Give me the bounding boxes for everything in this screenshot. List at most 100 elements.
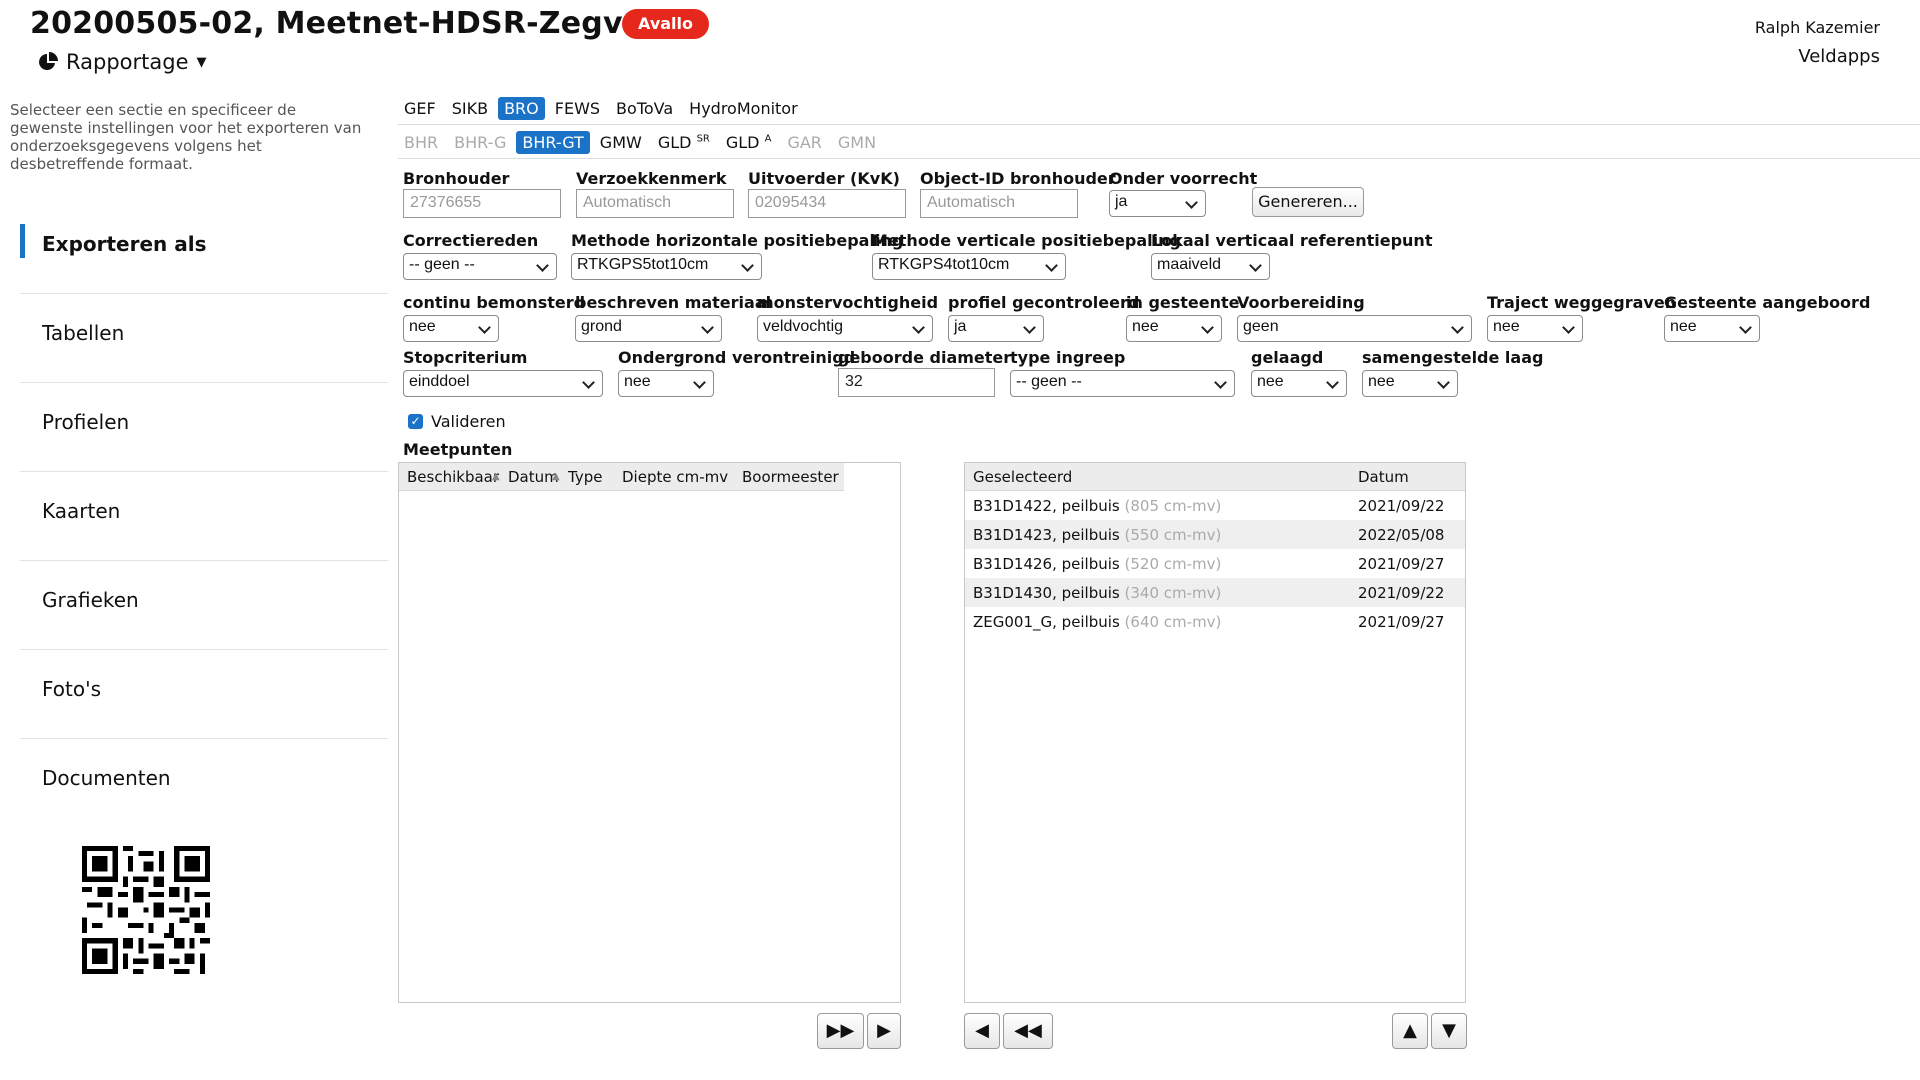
tab-sup: SR — [696, 133, 710, 145]
ingreep-select[interactable]: -- geen -- — [1010, 370, 1235, 397]
sidebar-item-label: Grafieken — [42, 588, 139, 612]
generate-button[interactable]: Genereren... — [1252, 187, 1364, 217]
tab-gld-sr[interactable]: GLD SR — [652, 131, 716, 154]
sidebar-item-documenten[interactable]: Documenten — [20, 740, 388, 828]
move-down-button[interactable]: ▼ — [1431, 1013, 1467, 1049]
point-depth: (520 cm-mv) — [1124, 554, 1222, 573]
add-button[interactable]: ▶ — [867, 1013, 901, 1049]
rapportage-label: Rapportage — [66, 50, 189, 74]
tab-bhr-gt[interactable]: BHR-GT — [516, 130, 590, 154]
horizontaal-select[interactable]: RTKGPS5tot10cm — [571, 253, 762, 280]
verzoekkenmerk-input[interactable]: Automatisch — [576, 189, 734, 218]
col-datum[interactable]: Datum — [1350, 468, 1409, 486]
objectid-input[interactable]: Automatisch — [920, 189, 1078, 218]
table-row[interactable]: ZEG001_G, peilbuis (640 cm-mv) 2021/09/2… — [965, 607, 1465, 636]
traject-select[interactable]: nee — [1487, 315, 1583, 342]
tab-hydromonitor[interactable]: HydroMonitor — [683, 97, 804, 120]
sidebar-item-grafieken[interactable]: Grafieken — [20, 562, 388, 650]
col-type[interactable]: Type — [560, 468, 614, 486]
gelaagd-select[interactable]: nee — [1251, 370, 1347, 397]
verontreinigd-select[interactable]: nee — [618, 370, 714, 397]
move-up-button[interactable]: ▲ — [1392, 1013, 1428, 1049]
bronhouder-label: Bronhouder — [403, 169, 510, 188]
tab-bro[interactable]: BRO — [498, 96, 545, 120]
sort-icon[interactable]: ▲ — [492, 471, 500, 482]
add-all-button[interactable]: ▶▶ — [817, 1013, 864, 1049]
vochtigheid-select[interactable]: veldvochtig — [757, 315, 933, 342]
status-badge: Avallo — [622, 9, 709, 39]
tab-gmw[interactable]: GMW — [594, 131, 648, 154]
tab-gld-a[interactable]: GLD A — [720, 131, 778, 154]
tab-bhr: BHR — [404, 132, 439, 152]
col-geselecteerd[interactable]: Geselecteerd — [965, 468, 1350, 486]
point-name: ZEG001_G, peilbuis — [973, 612, 1120, 631]
samengesteld-select[interactable]: nee — [1362, 370, 1458, 397]
horizontaal-label: Methode horizontale positiebepaling — [571, 231, 904, 250]
point-date: 2021/09/22 — [1358, 583, 1445, 602]
table-row[interactable]: B31D1422, peilbuis (805 cm-mv) 2021/09/2… — [965, 491, 1465, 520]
validate-toggle[interactable]: ✓ Valideren — [408, 412, 506, 431]
sidebar-item-tabellen[interactable]: Tabellen — [20, 295, 388, 383]
point-name: B31D1430, peilbuis — [973, 583, 1120, 602]
correctiereden-select[interactable]: -- geen -- — [403, 253, 557, 280]
voorbereiding-label: Voorbereiding — [1237, 293, 1365, 312]
available-points-table[interactable]: Beschikbaar ▲ Datum ▲ Type Diepte cm-mv … — [398, 462, 901, 1003]
divider — [398, 158, 1920, 159]
diameter-label: geboorde diameter — [838, 348, 1012, 367]
sidebar-item-profielen[interactable]: Profielen — [20, 384, 388, 472]
diameter-input[interactable]: 32 — [838, 368, 995, 397]
voorbereiding-select[interactable]: geen — [1237, 315, 1472, 342]
verticaal-select[interactable]: RTKGPS4tot10cm — [872, 253, 1066, 280]
gesteente-label: in gesteente — [1126, 293, 1240, 312]
gecontroleerd-select[interactable]: ja — [948, 315, 1044, 342]
remove-button[interactable]: ◀ — [964, 1013, 1000, 1049]
continu-label: continu bemonsterd — [403, 293, 586, 312]
tab-gmn: GMN — [837, 132, 877, 152]
divider — [398, 124, 1920, 125]
bronhouder-input[interactable]: 27376655 — [403, 189, 561, 218]
gesteente-select[interactable]: nee — [1126, 315, 1222, 342]
user-name[interactable]: Ralph Kazemier — [1755, 18, 1880, 37]
aangeboord-select[interactable]: nee — [1664, 315, 1760, 342]
point-depth: (550 cm-mv) — [1124, 525, 1222, 544]
col-diepte[interactable]: Diepte cm-mv — [614, 468, 734, 486]
validate-label: Valideren — [431, 412, 506, 431]
remove-all-button[interactable]: ◀◀ — [1003, 1013, 1053, 1049]
format-tabs: GEF SIKB BRO FEWS BoToVa HydroMonitor — [398, 92, 804, 124]
sidebar-item-kaarten[interactable]: Kaarten — [20, 473, 388, 561]
gecontroleerd-label: profiel gecontroleerd — [948, 293, 1140, 312]
table-row[interactable]: B31D1430, peilbuis (340 cm-mv) 2021/09/2… — [965, 578, 1465, 607]
tab-fews[interactable]: FEWS — [549, 97, 606, 120]
materiaal-select[interactable]: grond — [575, 315, 722, 342]
stopcriterium-select[interactable]: einddoel — [403, 370, 603, 397]
point-name: B31D1426, peilbuis — [973, 554, 1120, 573]
continu-select[interactable]: nee — [403, 315, 499, 342]
table-row[interactable]: B31D1423, peilbuis (550 cm-mv) 2022/05/0… — [965, 520, 1465, 549]
col-beschikbaar[interactable]: Beschikbaar — [399, 468, 500, 486]
col-boormeester[interactable]: Boormeester — [734, 468, 839, 486]
verontreinigd-label: Ondergrond verontreinigd — [618, 348, 856, 367]
referentiepunt-label: Lokaal verticaal referentiepunt — [1151, 231, 1433, 250]
verzoekkenmerk-label: Verzoekkenmerk — [576, 169, 727, 188]
selected-points-table[interactable]: Geselecteerd Datum B31D1422, peilbuis (8… — [964, 462, 1466, 1003]
sidebar-item-fotos[interactable]: Foto's — [20, 651, 388, 739]
referentiepunt-select[interactable]: maaiveld — [1151, 253, 1270, 280]
voorrecht-select[interactable]: ja — [1109, 190, 1206, 217]
tab-sikb[interactable]: SIKB — [446, 97, 494, 120]
checkbox-checked-icon[interactable]: ✓ — [408, 414, 423, 429]
sidebar-intro: Selecteer een sectie en specificeer de g… — [10, 101, 362, 173]
materiaal-label: beschreven materiaal — [575, 293, 772, 312]
sidebar-item-label: Documenten — [42, 766, 171, 790]
rapportage-menu[interactable]: Rapportage ▼ — [38, 50, 207, 74]
point-depth: (340 cm-mv) — [1124, 583, 1222, 602]
tab-botova[interactable]: BoToVa — [610, 97, 679, 120]
table-row[interactable]: B31D1426, peilbuis (520 cm-mv) 2021/09/2… — [965, 549, 1465, 578]
uitvoerder-input[interactable]: 02095434 — [748, 189, 906, 218]
app-name[interactable]: Veldapps — [1798, 46, 1880, 67]
col-datum[interactable]: Datum — [500, 468, 560, 486]
sidebar-item-exporteren[interactable]: Exporteren als — [20, 206, 388, 294]
sort-icon[interactable]: ▲ — [552, 471, 560, 482]
correctiereden-label: Correctiereden — [403, 231, 539, 250]
tab-gef[interactable]: GEF — [398, 97, 442, 120]
point-depth: (805 cm-mv) — [1124, 496, 1222, 515]
